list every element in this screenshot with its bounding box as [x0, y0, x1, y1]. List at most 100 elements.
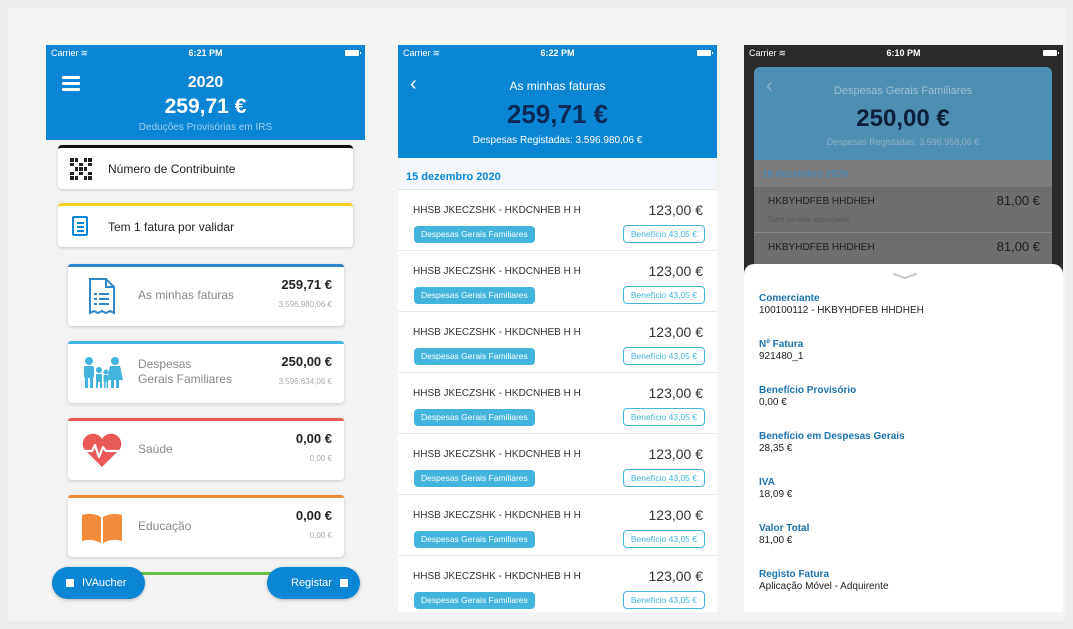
screen-title: As minhas faturas [509, 79, 606, 93]
category-registered-total: 0,00 € [309, 454, 332, 463]
register-label: Registar [291, 577, 332, 589]
category-label: As minhas faturas [138, 288, 235, 302]
invoices-total: 259,71 € [506, 99, 609, 129]
status-time: 6:10 PM [886, 48, 921, 58]
pending-invoice-card[interactable]: Tem 1 fatura por validar [58, 203, 353, 247]
invoice-detail-sheet: Comerciante 100100112 - HKBYHDFEB HHDHEH N… [744, 264, 1063, 612]
benefit-badge: Benefício 43,05 € [622, 591, 705, 609]
category-card-education[interactable]: Educação 0,00 € 0,00 € [68, 495, 344, 557]
invoice-amount: 123,00 € [648, 324, 704, 340]
category-label: Saúde [138, 442, 173, 456]
taxpayer-number-card[interactable]: Número de Contribuinte [58, 145, 353, 189]
total-deductions: 259,71 € [164, 95, 247, 118]
benefit-badge: Benefício 43,05 € [622, 286, 705, 304]
category-badge: Despesas Gerais Familiares [414, 409, 535, 426]
invoice-amount: 81,00 € [996, 239, 1040, 254]
merchant-name: HHSB JKECZSHK - HKDCNHEB H H [413, 388, 581, 399]
invoice-row[interactable]: HHSB JKECZSHK - HKDCNHEB H H 123,00 € Desp… [398, 251, 717, 312]
book-icon [82, 513, 122, 543]
category-registered-total: 3.596.634,06 € [278, 377, 332, 386]
deductions-subtitle: Deduções Provisórias em IRS [138, 122, 273, 133]
detail-field: Registo Fatura Aplicação Móvel - Adquiren… [759, 569, 1049, 612]
detail-value: 28,35 € [759, 443, 793, 454]
detail-label: IVA [759, 477, 775, 488]
detail-field: Nº Fatura 921480_1 [759, 339, 1049, 385]
invoice-row[interactable]: HHSB JKECZSHK - HKDCNHEB H H 123,00 € Desp… [398, 556, 717, 612]
invoices-header: ‹ As minhas faturas 259,71 € Despesas Re… [398, 45, 717, 158]
card-icon [66, 579, 74, 587]
category-card-family-expenses[interactable]: Despesas Gerais Familiares 250,00 € 3.59… [68, 341, 344, 403]
list-item[interactable]: HKBYHDFEB HHDHEH 81,00 € Sem receita ass… [754, 187, 1052, 227]
invoice-amount: 123,00 € [648, 385, 704, 401]
taxpayer-number-label: Número de Contribuinte [108, 162, 236, 176]
invoice-row[interactable]: HHSB JKECZSHK - HKDCNHEB H H 123,00 € Desp… [398, 373, 717, 434]
battery-icon [1043, 50, 1059, 56]
detail-value: 0,00 € [759, 397, 787, 408]
category-registered-total: 0,00 € [309, 531, 332, 540]
sheet-handle-icon[interactable] [893, 273, 917, 279]
merchant-name: HHSB JKECZSHK - HKDCNHEB H H [413, 510, 581, 521]
ivaucher-button[interactable]: IVAucher [52, 567, 145, 599]
bottom-divider [136, 572, 276, 575]
detail-field: Benefício em Despesas Gerais 28,35 € [759, 431, 1049, 477]
qr-code-icon [70, 158, 92, 180]
category-label: Despesas Gerais Familiares [138, 357, 233, 386]
status-bar: Carrier ≋ 6:10 PM [744, 45, 1063, 61]
category-color-bar [68, 418, 344, 421]
benefit-badge: Benefício 43,05 € [622, 347, 705, 365]
detail-label: Valor Total [759, 523, 810, 534]
category-card-health[interactable]: Saúde 0,00 € 0,00 € [68, 418, 344, 480]
benefit-badge: Benefício 43,05 € [622, 469, 705, 487]
detail-value: 81,00 € [759, 535, 793, 546]
heart-icon [81, 433, 123, 467]
receipt-hint: Sem receita associada [768, 215, 849, 224]
detail-field: Comerciante 100100112 - HKBYHDFEB HHDHEH [759, 293, 1049, 339]
category-badge: Despesas Gerais Familiares [414, 470, 535, 487]
registered-expenses: Despesas Registadas: 3.596.980,06 € [472, 135, 643, 146]
registered-expenses: Despesas Registadas: 3.596.958,06 € [826, 137, 980, 147]
detail-label: Registo Fatura [759, 569, 830, 580]
detail-value: Aplicação Móvel - Adquirente [759, 581, 889, 592]
battery-icon [345, 50, 361, 56]
family-icon [84, 357, 123, 388]
invoice-row[interactable]: HHSB JKECZSHK - HKDCNHEB H H 123,00 € Desp… [398, 495, 717, 556]
invoice-icon [89, 278, 115, 315]
detail-label: Benefício Provisório [759, 385, 857, 396]
merchant-name: HKBYHDFEB HHDHEH [768, 242, 875, 253]
invoice-row[interactable]: HHSB JKECZSHK - HKDCNHEB H H 123,00 € Desp… [398, 312, 717, 373]
category-registered-total: 3.596.980,06 € [278, 300, 332, 309]
register-button[interactable]: Registar [267, 567, 360, 599]
invoice-row[interactable]: HHSB JKECZSHK - HKDCNHEB H H 123,00 € Desp… [398, 190, 717, 251]
dashboard-screen: 2020 259,71 € Deduções Provisórias em IR… [46, 45, 365, 612]
detail-value: 921480_1 [759, 351, 804, 362]
merchant-name: HHSB JKECZSHK - HKDCNHEB H H [413, 205, 581, 216]
invoice-row[interactable]: HHSB JKECZSHK - HKDCNHEB H H 123,00 € Desp… [398, 434, 717, 495]
screen-title: Despesas Gerais Familiares [833, 85, 973, 97]
fiscal-year: 2020 [187, 74, 224, 91]
invoice-detail-screen: ‹ Despesas Gerais Familiares 250,00 € De… [744, 45, 1063, 612]
category-label: Educação [138, 519, 192, 533]
merchant-name: HKBYHDFEB HHDHEH [768, 196, 875, 207]
merchant-name: HHSB JKECZSHK - HKDCNHEB H H [413, 327, 581, 338]
category-badge: Despesas Gerais Familiares [414, 531, 535, 548]
status-time: 6:21 PM [188, 48, 223, 58]
invoices-screen: ‹ As minhas faturas 259,71 € Despesas Re… [398, 45, 717, 612]
category-badge: Despesas Gerais Familiares [414, 348, 535, 365]
status-bar: Carrier ≋ 6:21 PM [46, 45, 365, 61]
status-time: 6:22 PM [540, 48, 575, 58]
category-color-bar [68, 341, 344, 344]
detail-value: 18,09 € [759, 489, 793, 500]
category-badge: Despesas Gerais Familiares [414, 287, 535, 304]
category-badge: Despesas Gerais Familiares [414, 226, 535, 243]
ivaucher-label: IVAucher [82, 577, 127, 589]
category-total: 250,00 € [856, 105, 950, 132]
detail-field: IVA 18,09 € [759, 477, 1049, 523]
category-color-bar [68, 495, 344, 498]
status-bar: Carrier ≋ 6:22 PM [398, 45, 717, 61]
category-card-invoices[interactable]: As minhas faturas 259,71 € 3.596.980,06 … [68, 264, 344, 326]
category-color-bar [68, 264, 344, 267]
dimmed-invoice-list: 16 dezembro 2020 HKBYHDFEB HHDHEH 81,00 … [754, 160, 1052, 280]
battery-icon [697, 50, 713, 56]
detail-label: Benefício em Despesas Gerais [759, 431, 905, 442]
invoice-amount: 123,00 € [648, 263, 704, 279]
